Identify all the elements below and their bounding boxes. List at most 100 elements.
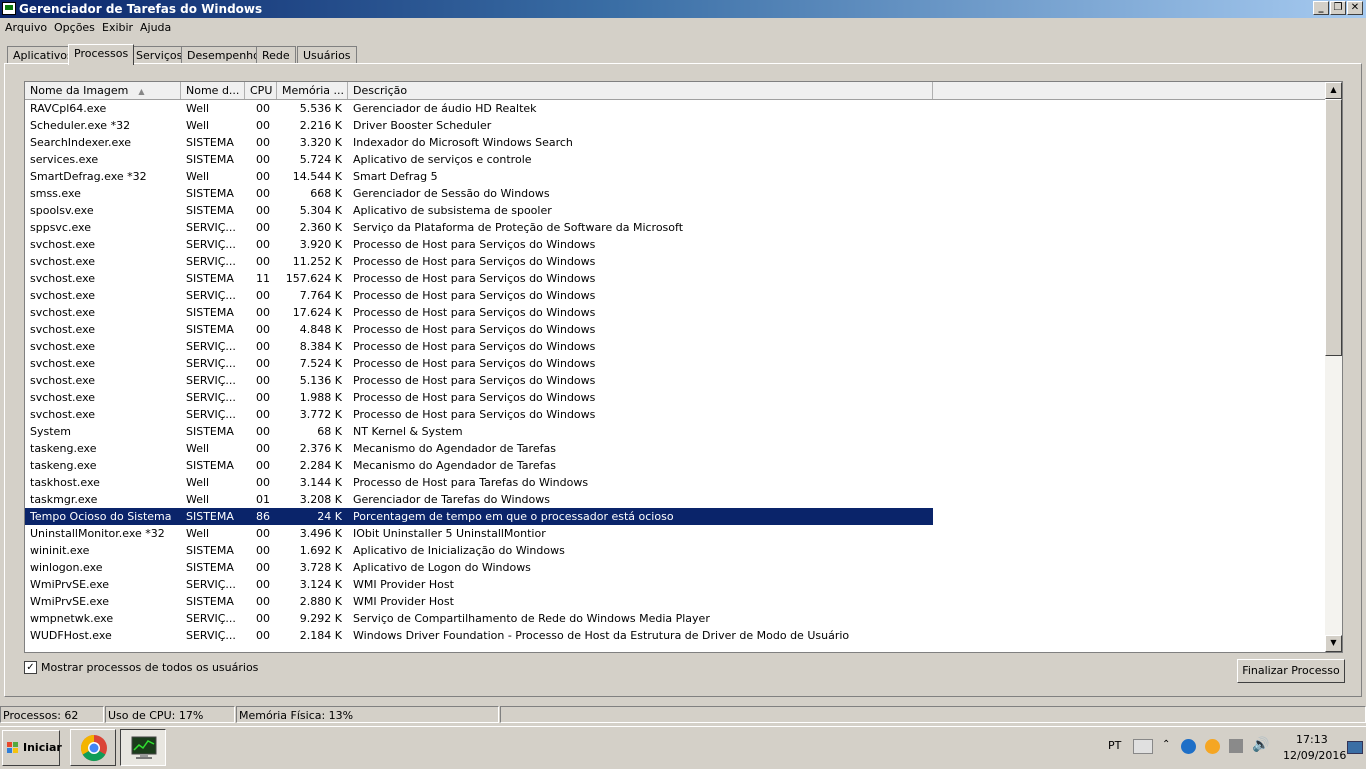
cell-cpu: 00 xyxy=(256,204,270,217)
cell-user-name: SISTEMA xyxy=(186,153,234,166)
table-row[interactable]: taskeng.exe Well 00 2.376 K Mecanismo do Age… xyxy=(25,440,933,457)
cell-cpu: 00 xyxy=(256,408,270,421)
table-row[interactable]: svchost.exe SERVIÇ... 00 3.772 K Processo de… xyxy=(25,406,933,423)
cell-image-name: svchost.exe xyxy=(30,391,96,404)
menu-exibir[interactable]: Exibir xyxy=(102,21,133,34)
table-row-selected[interactable]: Tempo Ocioso do Sistema SISTEMA 86 24 K Porc… xyxy=(25,508,933,525)
tab-servicos[interactable]: Serviços xyxy=(130,46,189,64)
table-row[interactable]: SmartDefrag.exe *32 Well 00 14.544 K Smart D… xyxy=(25,168,933,185)
show-all-users-label: Mostrar processos de todos os usuários xyxy=(41,661,259,674)
table-row[interactable]: System SISTEMA 00 68 K NT Kernel & System xyxy=(25,423,933,440)
tab-rede[interactable]: Rede xyxy=(256,46,296,64)
minimize-button[interactable]: _ xyxy=(1313,1,1329,15)
windows-logo-icon xyxy=(7,742,18,753)
cell-description: Processo de Host para Tarefas do Windows xyxy=(353,476,589,489)
vertical-scrollbar[interactable]: ▲ ▼ xyxy=(1325,82,1342,652)
table-row[interactable]: svchost.exe SERVIÇ... 00 7.524 K Processo de… xyxy=(25,355,933,372)
start-button[interactable]: Iniciar xyxy=(2,730,62,766)
cell-image-name: smss.exe xyxy=(30,187,81,200)
table-row[interactable]: svchost.exe SERVIÇ... 00 3.920 K Processo de… xyxy=(25,236,933,253)
table-row[interactable]: wmpnetwk.exe SERVIÇ... 00 9.292 K Serviço de… xyxy=(25,610,933,627)
scrollbar-thumb[interactable] xyxy=(1325,99,1342,356)
cell-cpu: 00 xyxy=(256,459,270,472)
cell-description: Serviço da Plataforma de Proteção de Sof… xyxy=(353,221,684,234)
cell-cpu: 00 xyxy=(256,476,270,489)
clock-time[interactable]: 17:13 xyxy=(1296,733,1328,746)
table-row[interactable]: svchost.exe SISTEMA 11 157.624 K Processo de… xyxy=(25,270,933,287)
table-row[interactable]: taskeng.exe SISTEMA 00 2.284 K Mecanismo do … xyxy=(25,457,933,474)
table-row[interactable]: WmiPrvSE.exe SISTEMA 00 2.880 K WMI Provider… xyxy=(25,593,933,610)
scroll-down-arrow-icon[interactable]: ▼ xyxy=(1325,635,1342,652)
table-row[interactable]: svchost.exe SERVIÇ... 00 8.384 K Processo de… xyxy=(25,338,933,355)
cell-user-name: SISTEMA xyxy=(186,510,234,523)
table-row[interactable]: smss.exe SISTEMA 00 668 K Gerenciador de Ses… xyxy=(25,185,933,202)
show-desktop-icon[interactable] xyxy=(1347,741,1363,754)
tab-processos[interactable]: Processos xyxy=(68,44,135,65)
table-row[interactable]: svchost.exe SERVIÇ... 00 1.988 K Processo de… xyxy=(25,389,933,406)
cell-image-name: SmartDefrag.exe *32 xyxy=(30,170,147,183)
column-header-cpu[interactable]: CPU xyxy=(245,82,277,99)
keyboard-icon[interactable] xyxy=(1133,739,1153,754)
table-row[interactable]: WmiPrvSE.exe SERVIÇ... 00 3.124 K WMI Provid… xyxy=(25,576,933,593)
cell-memory: 68 K xyxy=(317,425,342,438)
tab-usuarios[interactable]: Usuários xyxy=(297,46,357,64)
show-all-users-checkbox[interactable]: ✓ xyxy=(24,661,37,674)
table-row[interactable]: RAVCpl64.exe Well 00 5.536 K Gerenciador de … xyxy=(25,100,933,117)
tab-desempenho[interactable]: Desempenho xyxy=(181,46,266,64)
avast-icon[interactable] xyxy=(1205,739,1220,754)
column-header-user-name[interactable]: Nome d... xyxy=(181,82,245,99)
end-process-button[interactable]: Finalizar Processo xyxy=(1237,659,1345,683)
cell-user-name: Well xyxy=(186,527,210,540)
cell-cpu: 00 xyxy=(256,255,270,268)
restore-button[interactable]: ❐ xyxy=(1330,1,1346,15)
table-row[interactable]: taskmgr.exe Well 01 3.208 K Gerenciador de T… xyxy=(25,491,933,508)
cell-image-name: wininit.exe xyxy=(30,544,90,557)
cell-image-name: svchost.exe xyxy=(30,289,96,302)
table-row[interactable]: svchost.exe SISTEMA 00 4.848 K Processo de H… xyxy=(25,321,933,338)
show-hidden-icons-chevron-icon[interactable]: ⌃ xyxy=(1162,739,1170,750)
column-header-description[interactable]: Descrição xyxy=(348,82,933,99)
taskbar-chrome[interactable] xyxy=(70,729,116,766)
cell-user-name: SERVIÇ... xyxy=(186,289,236,302)
table-row[interactable]: svchost.exe SERVIÇ... 00 7.764 K Processo de… xyxy=(25,287,933,304)
table-row[interactable]: svchost.exe SERVIÇ... 00 5.136 K Processo de… xyxy=(25,372,933,389)
menu-ajuda[interactable]: Ajuda xyxy=(140,21,171,34)
table-row[interactable]: svchost.exe SISTEMA 00 17.624 K Processo de … xyxy=(25,304,933,321)
table-row[interactable]: svchost.exe SERVIÇ... 00 11.252 K Processo d… xyxy=(25,253,933,270)
cell-memory: 2.184 K xyxy=(299,629,342,642)
cell-description: Processo de Host para Serviços do Window… xyxy=(353,391,596,404)
scroll-up-arrow-icon[interactable]: ▲ xyxy=(1325,82,1342,99)
cell-image-name: sppsvc.exe xyxy=(30,221,91,234)
menu-opcoes[interactable]: Opções xyxy=(54,21,95,34)
table-row[interactable]: taskhost.exe Well 00 3.144 K Processo de Hos… xyxy=(25,474,933,491)
cell-description: IObit Uninstaller 5 UninstallMontior xyxy=(353,527,546,540)
menu-arquivo[interactable]: Arquivo xyxy=(5,21,47,34)
column-header-memory[interactable]: Memória ... xyxy=(277,82,348,99)
cell-cpu: 11 xyxy=(256,272,270,285)
table-row[interactable]: spoolsv.exe SISTEMA 00 5.304 K Aplicativo de… xyxy=(25,202,933,219)
cell-user-name: SERVIÇ... xyxy=(186,629,236,642)
table-row[interactable]: WUDFHost.exe SERVIÇ... 00 2.184 K Windows Dr… xyxy=(25,627,933,644)
cell-user-name: SISTEMA xyxy=(186,425,234,438)
table-row[interactable]: winlogon.exe SISTEMA 00 3.728 K Aplicativo d… xyxy=(25,559,933,576)
close-button[interactable]: ✕ xyxy=(1347,1,1363,15)
volume-icon[interactable]: 🔊 xyxy=(1252,737,1269,753)
table-row[interactable]: SearchIndexer.exe SISTEMA 00 3.320 K Indexad… xyxy=(25,134,933,151)
cell-image-name: Tempo Ocioso do Sistema xyxy=(30,510,172,523)
network-icon[interactable] xyxy=(1229,739,1243,753)
process-list[interactable]: Nome da Imagem ▲ Nome d... CPU Memória ..… xyxy=(24,81,1343,653)
cell-cpu: 86 xyxy=(256,510,270,523)
table-row[interactable]: Scheduler.exe *32 Well 00 2.216 K Driver Boo… xyxy=(25,117,933,134)
language-indicator[interactable]: PT xyxy=(1108,739,1121,752)
table-row[interactable]: wininit.exe SISTEMA 00 1.692 K Aplicativo de… xyxy=(25,542,933,559)
ie-icon[interactable] xyxy=(1181,739,1196,754)
clock-date[interactable]: 12/09/2016 xyxy=(1283,749,1346,762)
cell-description: Processo de Host para Serviços do Window… xyxy=(353,306,596,319)
taskbar-task-manager[interactable] xyxy=(120,729,166,766)
column-header-image-name[interactable]: Nome da Imagem ▲ xyxy=(25,82,181,99)
table-row[interactable]: services.exe SISTEMA 00 5.724 K Aplicativo d… xyxy=(25,151,933,168)
cell-image-name: svchost.exe xyxy=(30,238,96,251)
window-titlebar[interactable]: Gerenciador de Tarefas do Windows _ ❐ ✕ xyxy=(0,0,1366,18)
table-row[interactable]: UninstallMonitor.exe *32 Well 00 3.496 K IOb… xyxy=(25,525,933,542)
table-row[interactable]: sppsvc.exe SERVIÇ... 00 2.360 K Serviço da P… xyxy=(25,219,933,236)
